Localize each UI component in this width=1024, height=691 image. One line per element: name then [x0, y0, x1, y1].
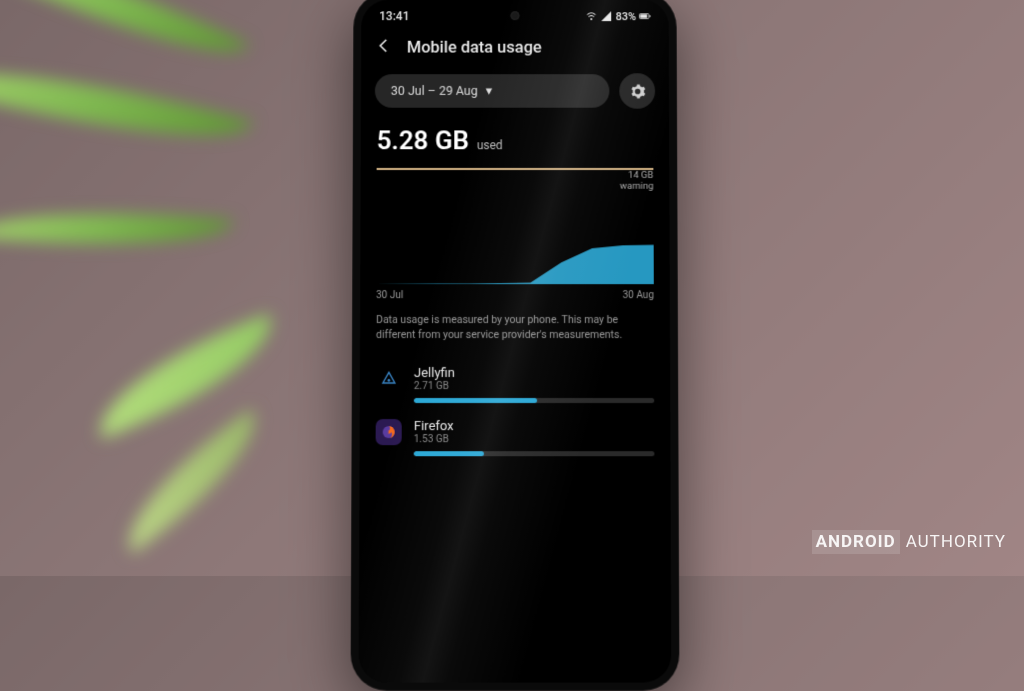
back-button[interactable] [375, 37, 393, 60]
total-amount: 5.28 GB [377, 126, 469, 156]
wifi-icon [586, 10, 598, 22]
app-icon [376, 366, 402, 392]
billing-period-label: 30 Jul – 29 Aug [391, 84, 478, 99]
app-usage-bar [414, 398, 654, 403]
app-icon [376, 419, 402, 445]
usage-disclaimer: Data usage is measured by your phone. Th… [376, 313, 654, 342]
total-usage: 5.28 GB used [361, 109, 670, 164]
chart-x-end: 30 Aug [623, 290, 654, 301]
warning-threshold-line [377, 168, 654, 170]
period-row: 30 Jul – 29 Aug ▾ [361, 73, 669, 108]
settings-button[interactable] [619, 73, 655, 108]
chart-axis-labels: 30 Jul 30 Aug [376, 290, 654, 301]
page-header: Mobile data usage [361, 27, 669, 73]
app-usage-row[interactable]: Firefox 1.53 GB [359, 411, 670, 464]
usage-area-chart [376, 180, 654, 284]
signal-icon [601, 10, 613, 22]
chart-x-start: 30 Jul [376, 290, 403, 301]
background-plant [0, 0, 330, 576]
status-icons: 83% [586, 10, 651, 23]
camera-punch-hole [511, 11, 520, 20]
battery-percent: 83% [616, 10, 636, 23]
dropdown-icon: ▾ [486, 83, 492, 99]
usage-chart [376, 180, 654, 284]
watermark: ANDROID AUTHORITY [812, 530, 1006, 554]
total-used-label: used [477, 138, 503, 152]
phone-screen: 13:41 83% Mobile data usage 30 Jul – 29 … [359, 0, 672, 683]
gear-icon [629, 83, 646, 100]
app-usage-amount: 1.53 GB [414, 434, 454, 445]
app-usage-bar [414, 452, 655, 457]
app-name: Firefox [414, 419, 454, 434]
billing-period-selector[interactable]: 30 Jul – 29 Aug ▾ [375, 74, 610, 108]
page-title: Mobile data usage [407, 39, 542, 58]
app-usage-row[interactable]: Jellyfin 2.71 GB [360, 358, 671, 411]
status-time: 13:41 [379, 9, 409, 23]
app-usage-amount: 2.71 GB [414, 381, 455, 392]
chevron-left-icon [375, 37, 393, 55]
battery-icon [639, 10, 651, 22]
app-name: Jellyfin [414, 366, 455, 381]
phone-frame: 13:41 83% Mobile data usage 30 Jul – 29 … [350, 0, 679, 691]
